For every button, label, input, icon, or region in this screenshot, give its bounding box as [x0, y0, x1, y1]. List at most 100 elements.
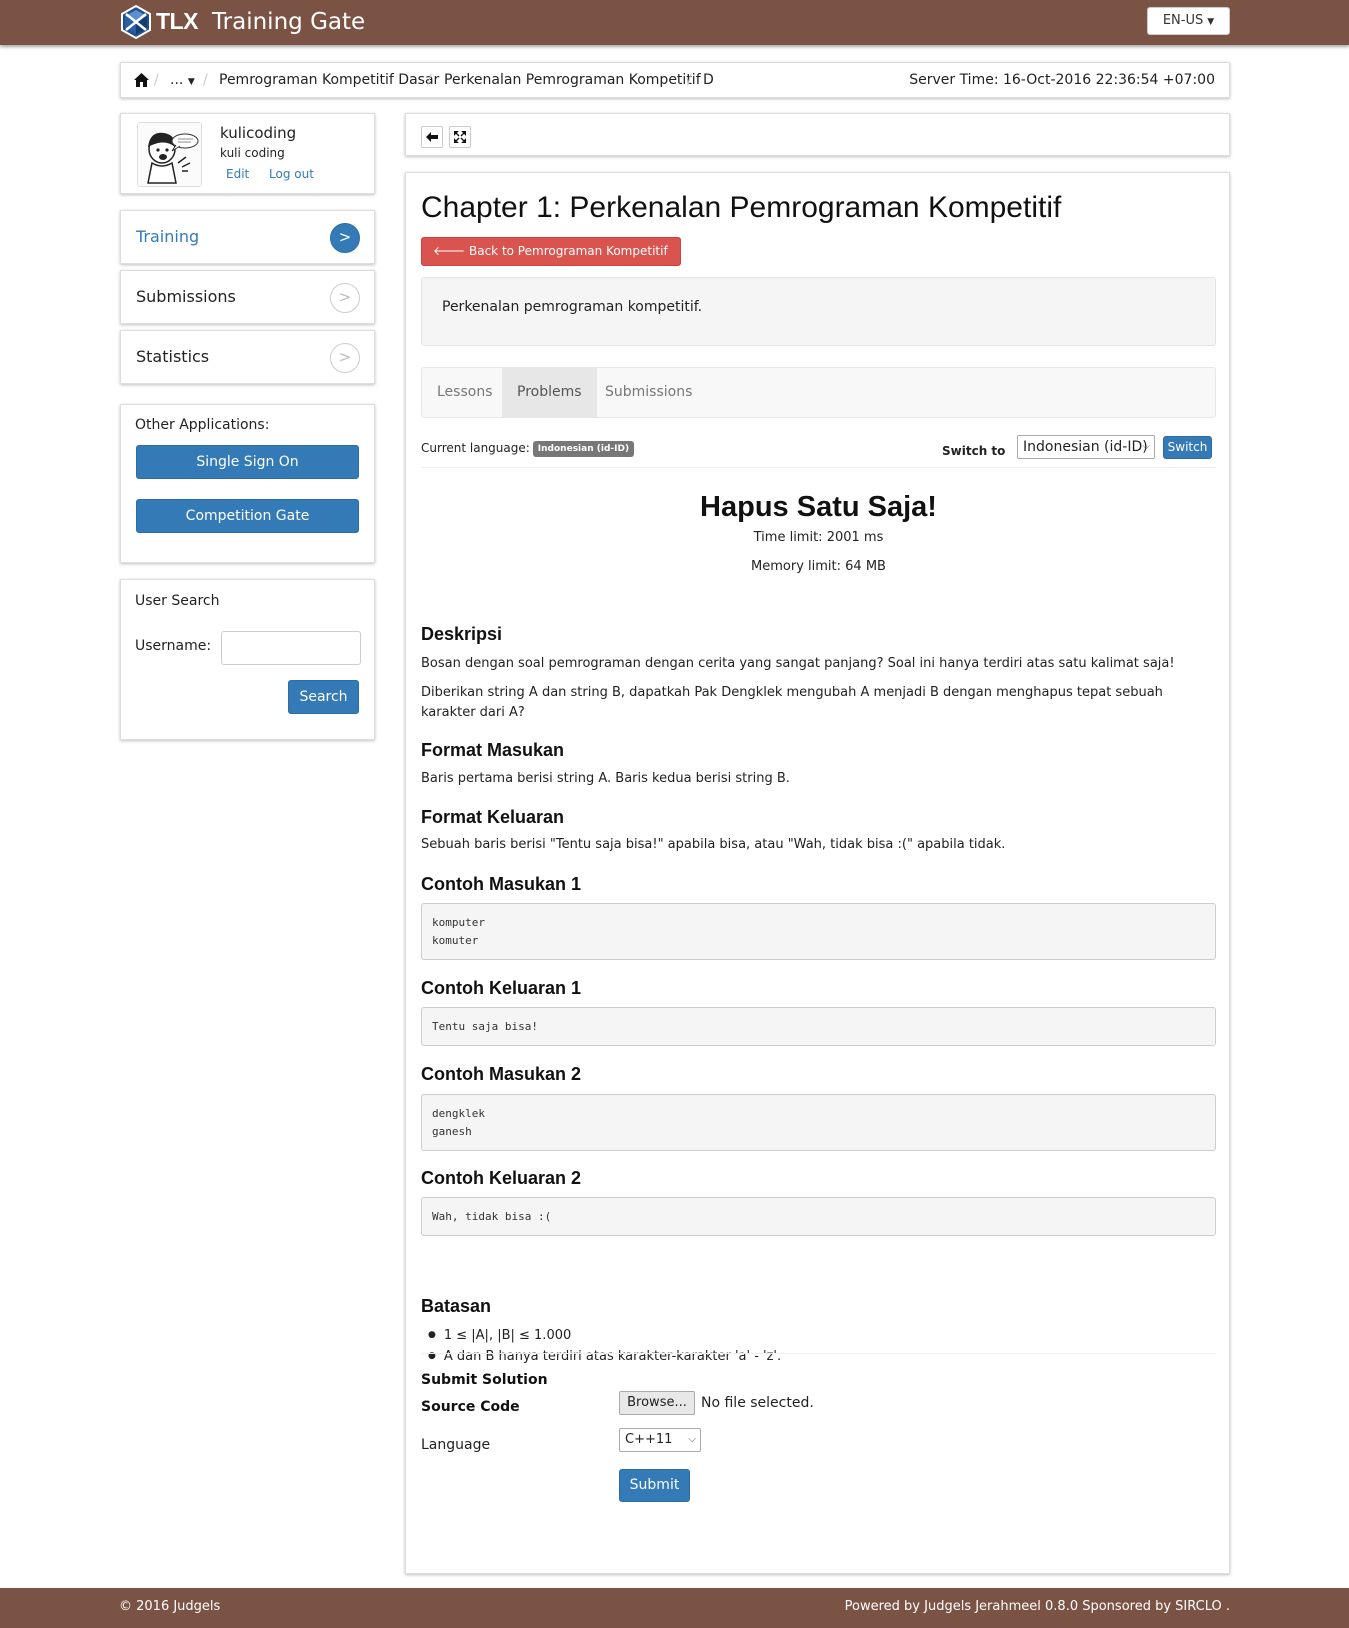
user-profile-panel: kulicoding kuli coding Edit Log out — [120, 113, 375, 194]
description-paragraph: Bosan dengan soal pemrograman dengan cer… — [421, 656, 1175, 671]
edit-profile-link[interactable]: Edit — [226, 167, 249, 181]
sample-heading: Contoh Keluaran 1 — [421, 978, 582, 998]
breadcrumb-separator: / — [427, 72, 432, 88]
logo-text[interactable]: TLX — [156, 8, 198, 35]
problem-title: Hapus Satu Saja! — [700, 491, 937, 523]
current-language-badge: Indonesian (id-ID) — [532, 441, 635, 457]
chapter-tabs: Lessons Problems Submissions — [421, 367, 1216, 418]
footer: © 2016 Judgels Powered by Judgels Jerahm… — [0, 1588, 1349, 1628]
memory-limit: Memory limit: 64 MB — [751, 559, 886, 574]
sample-code-block: dengklek ganesh — [421, 1094, 1216, 1151]
input-format-heading: Format Masukan — [421, 740, 565, 760]
constraints-heading: Batasan — [421, 1296, 492, 1316]
language-dropdown[interactable]: EN-US ▼ — [1147, 7, 1230, 35]
description-heading: Deskripsi — [421, 624, 503, 644]
app-title[interactable]: Training Gate — [212, 9, 365, 35]
language-label: Language — [421, 1437, 491, 1453]
breadcrumb-ellipsis[interactable]: ... ▼ — [170, 72, 195, 88]
submit-button[interactable]: Submit — [619, 1469, 690, 1502]
profile-username: kulicoding — [220, 124, 297, 142]
chevron-right-icon: > — [330, 283, 360, 313]
divider — [421, 467, 1216, 468]
chapter-description: Perkenalan pemrograman kompetitif. — [421, 277, 1216, 346]
search-button[interactable]: Search — [288, 680, 359, 714]
tab-lessons[interactable]: Lessons — [422, 368, 508, 417]
output-format-text: Sebuah baris berisi "Tentu saja bisa!" a… — [421, 837, 1006, 852]
fullscreen-icon[interactable] — [449, 126, 471, 148]
current-language: Current language: Indonesian (id-ID) — [421, 441, 635, 457]
other-applications-panel: Other Applications: Single Sign On Compe… — [120, 404, 375, 563]
sidebar-item-submissions[interactable]: Submissions > — [120, 270, 375, 324]
chevron-down-icon: ⌵ — [688, 1434, 696, 1445]
sidebar-item-label: Statistics — [136, 347, 210, 366]
output-format-heading: Format Keluaran — [421, 807, 565, 827]
language-label: EN-US — [1162, 13, 1204, 28]
breadcrumb-course[interactable]: Pemrograman Kompetitif Dasar — [219, 72, 439, 88]
single-sign-on-button[interactable]: Single Sign On — [136, 445, 359, 479]
current-language-label: Current language: — [421, 441, 530, 455]
breadcrumb-chapter[interactable]: Perkenalan Pemrograman Kompetitif — [444, 72, 701, 88]
top-navbar: TLX Training Gate EN-US ▼ — [0, 0, 1349, 45]
sample-heading: Contoh Keluaran 2 — [421, 1168, 582, 1188]
home-icon[interactable] — [134, 73, 149, 87]
chevron-down-icon: ⌵ — [1142, 441, 1150, 452]
footer-copyright: © 2016 Judgels — [119, 1599, 221, 1614]
language-select-value: C++11 — [625, 1432, 673, 1447]
main-content: Chapter 1: Perkenalan Pemrograman Kompet… — [405, 172, 1230, 1574]
sample-code-block: komputer komuter — [421, 903, 1216, 960]
sidebar-item-training[interactable]: Training > — [120, 210, 375, 264]
divider — [421, 1353, 1216, 1354]
switch-language-value: Indonesian (id-ID) — [1023, 439, 1148, 455]
breadcrumb: / ... ▼ / Pemrograman Kompetitif Dasar /… — [120, 62, 1230, 98]
profile-real-name: kuli coding — [220, 146, 285, 160]
chevron-right-icon: > — [330, 223, 360, 253]
switch-language-select[interactable]: Indonesian (id-ID) ⌵ — [1017, 435, 1155, 459]
page-title: Chapter 1: Perkenalan Pemrograman Kompet… — [421, 191, 1062, 224]
source-code-label: Source Code — [421, 1399, 520, 1415]
browse-file-button[interactable]: Browse... — [619, 1391, 695, 1415]
breadcrumb-problem: D — [703, 72, 714, 88]
chevron-right-icon: > — [330, 343, 360, 373]
switch-language-label: Switch to — [942, 444, 1006, 458]
submit-solution-title: Submit Solution — [421, 1372, 548, 1388]
logout-link[interactable]: Log out — [269, 167, 314, 181]
arrow-left-icon: 🡐 — [433, 244, 469, 258]
competition-gate-button[interactable]: Competition Gate — [136, 499, 359, 533]
sidebar-item-label: Submissions — [136, 287, 236, 306]
server-time: Server Time: 16-Oct-2016 22:36:54 +07:00 — [909, 72, 1215, 88]
input-format-text: Baris pertama berisi string A. Baris ked… — [421, 771, 790, 786]
sample-heading: Contoh Masukan 2 — [421, 1064, 582, 1084]
content-toolbar — [405, 113, 1230, 156]
tlx-logo-icon[interactable] — [119, 5, 153, 39]
sidebar-item-statistics[interactable]: Statistics > — [120, 330, 375, 384]
footer-credits: Powered by Judgels Jerahmeel 0.8.0 Spons… — [844, 1599, 1230, 1614]
list-item: 1 ≤ |A|, |B| ≤ 1.000 — [428, 1325, 781, 1346]
back-to-course-button[interactable]: 🡐 Back to Pemrograman Kompetitif Dasar — [421, 237, 681, 285]
tab-submissions[interactable]: Submissions — [590, 368, 707, 417]
sample-code-block: Tentu saja bisa! — [421, 1007, 1216, 1046]
language-select[interactable]: C++11 ⌵ — [619, 1428, 701, 1452]
caret-down-icon: ▼ — [1207, 17, 1215, 27]
breadcrumb-separator: / — [154, 72, 159, 88]
user-search-panel: User Search Username: Search — [120, 579, 375, 740]
list-item: A dan B hanya terdiri atas karakter-kara… — [428, 1346, 781, 1367]
username-label: Username: — [135, 638, 212, 654]
time-limit: Time limit: 2001 ms — [753, 530, 884, 545]
other-applications-title: Other Applications: — [135, 417, 270, 433]
breadcrumb-separator: / — [203, 72, 208, 88]
chapter-description-text: Perkenalan pemrograman kompetitif. — [442, 299, 703, 315]
username-search-input[interactable] — [221, 631, 361, 665]
file-status: No file selected. — [701, 1395, 814, 1411]
breadcrumb-separator: / — [687, 72, 692, 88]
tab-problems[interactable]: Problems — [502, 368, 597, 417]
constraints-list: 1 ≤ |A|, |B| ≤ 1.000 A dan B hanya terdi… — [428, 1325, 781, 1367]
back-arrow-icon[interactable] — [421, 126, 443, 148]
switch-language-button[interactable]: Switch — [1163, 436, 1212, 459]
description-paragraph: Diberikan string A dan string B, dapatka… — [421, 685, 1163, 720]
sidebar-item-label: Training — [136, 227, 200, 246]
sample-heading: Contoh Masukan 1 — [421, 874, 582, 894]
avatar — [137, 122, 202, 187]
sample-code-block: Wah, tidak bisa :( — [421, 1197, 1216, 1236]
avatar-image — [138, 123, 201, 186]
user-search-title: User Search — [135, 593, 220, 609]
